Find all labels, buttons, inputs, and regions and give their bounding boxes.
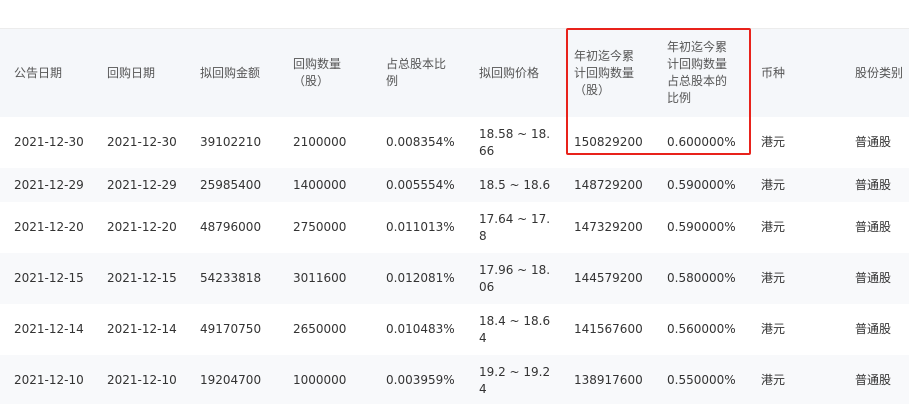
cell-buyback-quantity: 1000000 [279, 355, 372, 404]
cell-currency: 港元 [747, 304, 841, 355]
cell-currency: 港元 [747, 168, 841, 202]
header-buyback-date[interactable]: 回购日期 [93, 29, 186, 117]
cell-share-class: 普通股 [841, 117, 909, 168]
header-ytd-quantity[interactable]: 年初迄今累 计回购数量 （股） [560, 29, 653, 117]
cell-planned-price: 18.5 ~ 18.6 [465, 168, 560, 202]
cell-share-class: 普通股 [841, 253, 909, 304]
cell-ytd-quantity: 141567600 [560, 304, 653, 355]
table-row: 2021-12-30 2021-12-30 39102210 2100000 0… [0, 117, 909, 168]
cell-buyback-quantity: 3011600 [279, 253, 372, 304]
cell-announce-date: 2021-12-20 [0, 202, 93, 253]
header-planned-price[interactable]: 拟回购价格 [465, 29, 560, 117]
cell-announce-date: 2021-12-15 [0, 253, 93, 304]
cell-planned-price: 17.96 ~ 18.06 [465, 253, 560, 304]
cell-buyback-date: 2021-12-15 [93, 253, 186, 304]
cell-planned-amount: 39102210 [186, 117, 279, 168]
cell-ytd-ratio: 0.560000% [653, 304, 747, 355]
table-row: 2021-12-29 2021-12-29 25985400 1400000 0… [0, 168, 909, 202]
cell-planned-price: 17.64 ~ 17.8 [465, 202, 560, 253]
cell-planned-price: 18.4 ~ 18.64 [465, 304, 560, 355]
table-row: 2021-12-10 2021-12-10 19204700 1000000 0… [0, 355, 909, 404]
cell-ytd-quantity: 150829200 [560, 117, 653, 168]
cell-buyback-quantity: 2650000 [279, 304, 372, 355]
header-row: 公告日期 回购日期 拟回购金额 回购数量 （股） 占总股本比 例 拟回购价格 年… [0, 29, 909, 117]
cell-share-class: 普通股 [841, 355, 909, 404]
cell-planned-amount: 48796000 [186, 202, 279, 253]
share-buyback-table: 公告日期 回购日期 拟回购金额 回购数量 （股） 占总股本比 例 拟回购价格 年… [0, 29, 909, 404]
header-share-class[interactable]: 股份类别 [841, 29, 909, 117]
cell-planned-price: 19.2 ~ 19.24 [465, 355, 560, 404]
cell-buyback-quantity: 2100000 [279, 117, 372, 168]
table-row: 2021-12-15 2021-12-15 54233818 3011600 0… [0, 253, 909, 304]
cell-planned-amount: 19204700 [186, 355, 279, 404]
cell-planned-price: 18.58 ~ 18.66 [465, 117, 560, 168]
cell-currency: 港元 [747, 202, 841, 253]
cell-buyback-date: 2021-12-10 [93, 355, 186, 404]
cell-share-class: 普通股 [841, 202, 909, 253]
header-share-ratio[interactable]: 占总股本比 例 [372, 29, 465, 117]
cell-announce-date: 2021-12-14 [0, 304, 93, 355]
cell-ytd-ratio: 0.600000% [653, 117, 747, 168]
cell-ytd-ratio: 0.550000% [653, 355, 747, 404]
cell-buyback-date: 2021-12-14 [93, 304, 186, 355]
table-row: 2021-12-14 2021-12-14 49170750 2650000 0… [0, 304, 909, 355]
cell-currency: 港元 [747, 253, 841, 304]
cell-planned-amount: 25985400 [186, 168, 279, 202]
cell-ytd-ratio: 0.590000% [653, 202, 747, 253]
cell-share-class: 普通股 [841, 168, 909, 202]
table-row: 2021-12-20 2021-12-20 48796000 2750000 0… [0, 202, 909, 253]
cell-share-ratio: 0.010483% [372, 304, 465, 355]
header-planned-amount[interactable]: 拟回购金额 [186, 29, 279, 117]
cell-announce-date: 2021-12-10 [0, 355, 93, 404]
buyback-page: 公告日期 回购日期 拟回购金额 回购数量 （股） 占总股本比 例 拟回购价格 年… [0, 0, 909, 404]
cell-ytd-quantity: 138917600 [560, 355, 653, 404]
cell-share-ratio: 0.008354% [372, 117, 465, 168]
cell-planned-amount: 54233818 [186, 253, 279, 304]
cell-buyback-date: 2021-12-29 [93, 168, 186, 202]
cell-ytd-ratio: 0.590000% [653, 168, 747, 202]
cell-buyback-quantity: 2750000 [279, 202, 372, 253]
cell-share-ratio: 0.005554% [372, 168, 465, 202]
cell-announce-date: 2021-12-30 [0, 117, 93, 168]
cell-ytd-quantity: 147329200 [560, 202, 653, 253]
cell-announce-date: 2021-12-29 [0, 168, 93, 202]
cell-buyback-date: 2021-12-30 [93, 117, 186, 168]
cell-planned-amount: 49170750 [186, 304, 279, 355]
cell-buyback-quantity: 1400000 [279, 168, 372, 202]
cell-ytd-quantity: 144579200 [560, 253, 653, 304]
cell-share-ratio: 0.012081% [372, 253, 465, 304]
header-currency[interactable]: 币种 [747, 29, 841, 117]
cell-currency: 港元 [747, 355, 841, 404]
cell-ytd-ratio: 0.580000% [653, 253, 747, 304]
cell-share-ratio: 0.011013% [372, 202, 465, 253]
top-spacer [0, 0, 909, 29]
cell-currency: 港元 [747, 117, 841, 168]
cell-buyback-date: 2021-12-20 [93, 202, 186, 253]
header-buyback-quantity[interactable]: 回购数量 （股） [279, 29, 372, 117]
header-ytd-ratio[interactable]: 年初迄今累 计回购数量 占总股本的 比例 [653, 29, 747, 117]
cell-ytd-quantity: 148729200 [560, 168, 653, 202]
cell-share-ratio: 0.003959% [372, 355, 465, 404]
header-announce-date[interactable]: 公告日期 [0, 29, 93, 117]
cell-share-class: 普通股 [841, 304, 909, 355]
